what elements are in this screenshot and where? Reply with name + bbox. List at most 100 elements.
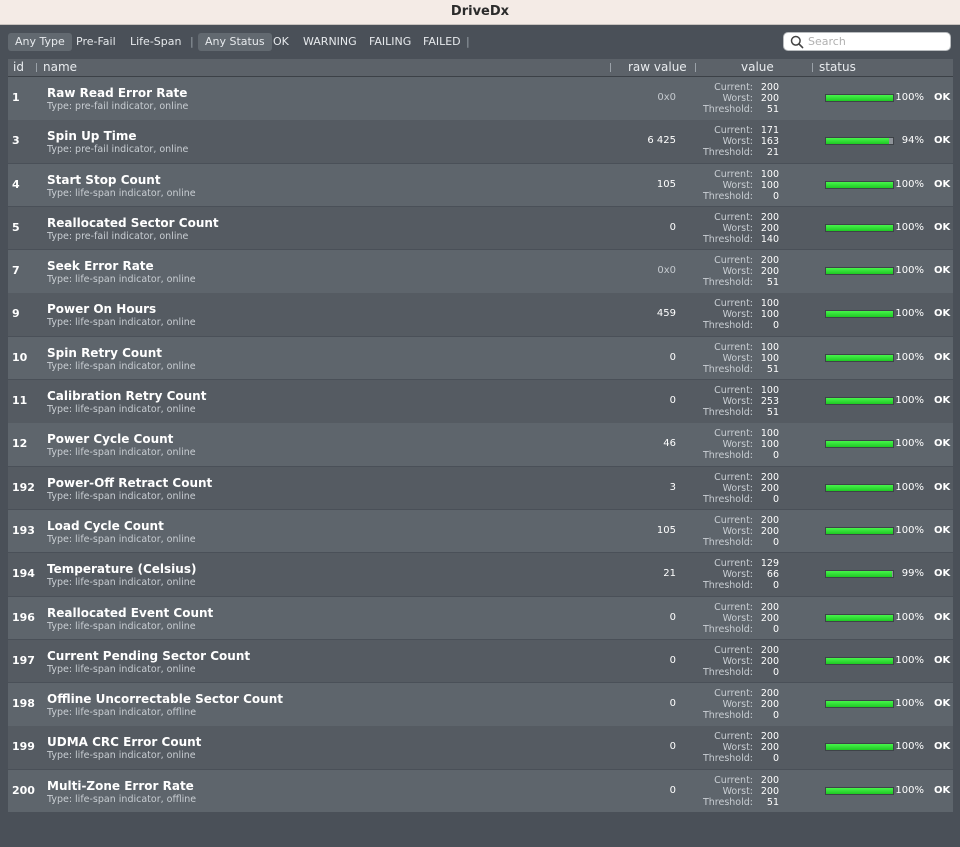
table-row[interactable]: 193 Load Cycle Count Type: life-span indic… (8, 509, 953, 553)
worst-value: 100 (760, 439, 779, 451)
column-raw-value[interactable]: raw value (628, 59, 687, 76)
table-row[interactable]: 192 Power-Off Retract Count Type: life-spa… (8, 466, 953, 510)
column-value[interactable]: value (741, 59, 774, 76)
worst-label: Worst: (722, 569, 753, 581)
table-row[interactable]: 9 Power On Hours Type: life-span indicator… (8, 293, 953, 336)
table-row[interactable]: 194 Temperature (Celsius) Type: life-span … (8, 553, 953, 596)
health-bar-fill (826, 701, 893, 708)
table-row[interactable]: 10 Spin Retry Count Type: life-span indica… (8, 336, 953, 380)
attribute-name: Start Stop Count (47, 172, 161, 187)
health-percent: 100% (895, 784, 924, 796)
threshold-label: Threshold: (702, 104, 753, 115)
raw-value: 21 (663, 568, 676, 580)
column-divider[interactable] (695, 63, 696, 72)
current-value: 100 (760, 428, 779, 440)
health-bar-fill (826, 354, 893, 361)
table-row[interactable]: 5 Reallocated Sector Count Type: pre-fail … (8, 206, 953, 250)
threshold-value: 0 (772, 536, 779, 548)
current-label: Current: (714, 644, 753, 656)
health-bar (825, 700, 894, 709)
column-status[interactable]: status (819, 59, 856, 76)
raw-value: 0 (669, 784, 676, 796)
worst-value: 100 (760, 309, 779, 321)
filter-ok[interactable]: OK (266, 33, 296, 51)
filter-life-span[interactable]: Life-Span (123, 33, 188, 51)
column-name[interactable]: name (43, 59, 77, 76)
table-row[interactable]: 4 Start Stop Count Type: life-span indicat… (8, 163, 953, 207)
table-row[interactable]: 197 Current Pending Sector Count Type: lif… (8, 639, 953, 683)
threshold-value: 0 (772, 320, 779, 332)
value-block: Current: 200 Worst: 200 Threshold: 140 (698, 212, 779, 245)
attribute-id: 4 (12, 177, 20, 191)
table-row[interactable]: 196 Reallocated Event Count Type: life-spa… (8, 596, 953, 640)
filter-failing[interactable]: FAILING (362, 33, 418, 51)
worst-value: 200 (760, 482, 779, 494)
threshold-value: 51 (766, 363, 779, 375)
attribute-id: 194 (12, 567, 35, 581)
table-row[interactable]: 199 UDMA CRC Error Count Type: life-span i… (8, 726, 953, 769)
threshold-label: Threshold: (702, 363, 753, 375)
column-id[interactable]: id (13, 59, 24, 76)
health-bar (825, 180, 894, 189)
table-row[interactable]: 12 Power Cycle Count Type: life-span indic… (8, 423, 953, 466)
threshold-value: 0 (772, 450, 779, 462)
filter-warning[interactable]: WARNING (296, 33, 364, 51)
table-row[interactable]: 7 Seek Error Rate Type: life-span indicato… (8, 250, 953, 293)
worst-value: 66 (766, 569, 779, 581)
health-bar (825, 570, 894, 579)
attributes-table: 1 Raw Read Error Rate Type: pre-fail indic… (8, 77, 953, 813)
column-divider[interactable] (36, 63, 37, 72)
health-bar-fill (826, 657, 893, 664)
column-divider[interactable] (812, 63, 813, 72)
attribute-id: 200 (12, 783, 35, 797)
attribute-type: Type: life-span indicator, online (47, 274, 196, 286)
table-row[interactable]: 3 Spin Up Time Type: pre-fail indicator, o… (8, 120, 953, 163)
current-value: 171 (760, 125, 779, 137)
filter-any-type[interactable]: Any Type (8, 33, 72, 51)
health-bar (825, 310, 894, 319)
health-percent: 100% (895, 221, 924, 233)
attribute-id: 12 (12, 437, 28, 451)
attribute-name: Load Cycle Count (47, 518, 164, 533)
current-value: 200 (760, 731, 779, 743)
table-row[interactable]: 1 Raw Read Error Rate Type: pre-fail indic… (8, 77, 953, 120)
status-badge: OK (934, 395, 951, 407)
current-label: Current: (714, 471, 753, 483)
value-block: Current: 200 Worst: 200 Threshold: 0 (698, 472, 779, 505)
status-badge: OK (934, 524, 951, 536)
threshold-value: 0 (772, 190, 779, 202)
attribute-id: 196 (12, 610, 35, 624)
health-percent: 100% (895, 178, 924, 190)
health-percent: 100% (895, 395, 924, 407)
attribute-type: Type: life-span indicator, offline (47, 793, 197, 805)
worst-value: 200 (760, 525, 779, 537)
current-label: Current: (714, 774, 753, 786)
value-block: Current: 100 Worst: 253 Threshold: 51 (698, 385, 779, 418)
health-percent: 100% (895, 741, 924, 753)
worst-value: 200 (760, 612, 779, 624)
health-bar (825, 786, 894, 795)
attribute-type: Type: life-span indicator, online (47, 620, 196, 632)
raw-value: 105 (656, 178, 676, 190)
attribute-type: Type: life-span indicator, online (47, 187, 196, 199)
attribute-id: 5 (12, 220, 20, 234)
worst-label: Worst: (722, 266, 753, 278)
filter-failed[interactable]: FAILED (416, 33, 468, 51)
threshold-value: 51 (766, 277, 779, 289)
table-row[interactable]: 11 Calibration Retry Count Type: life-span… (8, 380, 953, 423)
worst-value: 200 (760, 742, 779, 754)
search-field[interactable] (783, 32, 951, 51)
current-label: Current: (714, 385, 753, 397)
filter-any-status[interactable]: Any Status (198, 33, 272, 51)
attribute-type: Type: life-span indicator, online (47, 533, 196, 545)
filter-pre-fail[interactable]: Pre-Fail (69, 33, 123, 51)
worst-label: Worst: (722, 222, 753, 234)
threshold-label: Threshold: (702, 666, 753, 678)
table-row[interactable]: 200 Multi-Zone Error Rate Type: life-span … (8, 769, 953, 813)
status-badge: OK (934, 654, 951, 666)
column-divider[interactable] (610, 63, 611, 72)
status-badge: OK (934, 698, 951, 710)
attribute-type: Type: life-span indicator, online (47, 360, 196, 372)
table-row[interactable]: 198 Offline Uncorrectable Sector Count Typ… (8, 683, 953, 726)
search-input[interactable] (808, 34, 946, 49)
